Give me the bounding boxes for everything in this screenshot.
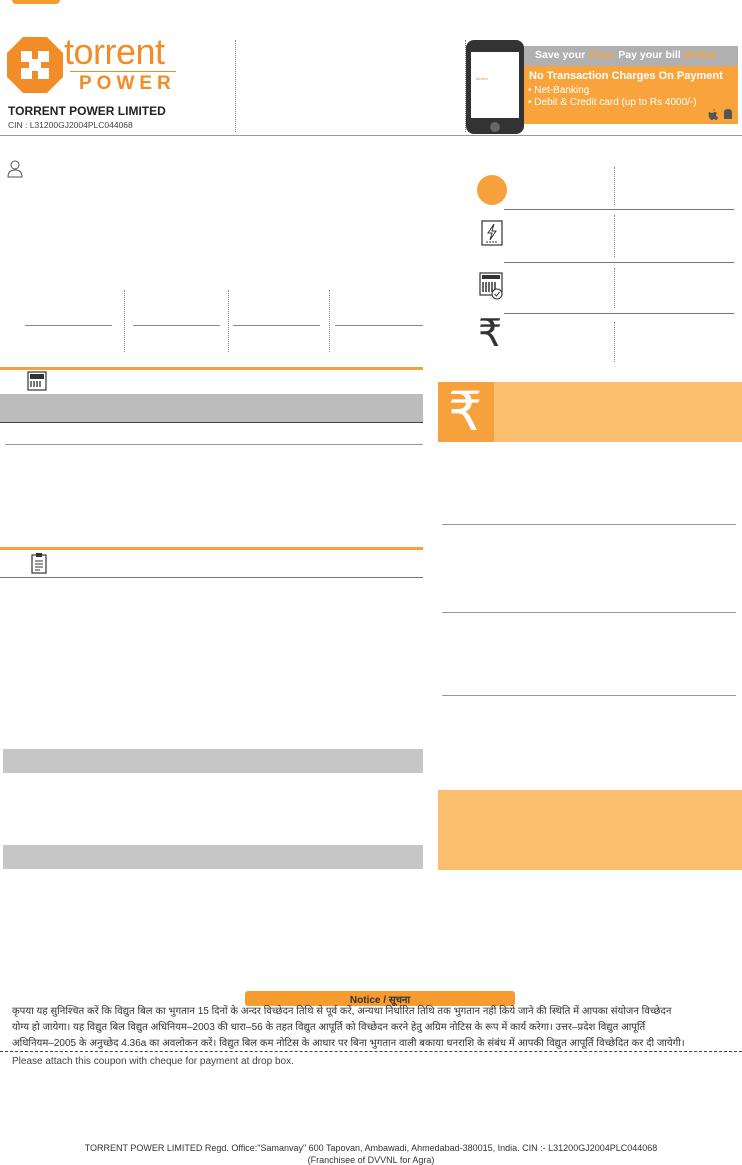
section-rule	[0, 577, 423, 578]
header-divider	[235, 40, 236, 132]
gray-band	[3, 845, 423, 869]
app-store-icons	[708, 109, 732, 120]
header-rule	[0, 135, 742, 136]
rupee-large-icon: ₹	[448, 382, 483, 442]
promo-item: • Net-Banking	[528, 85, 590, 96]
coupon-instruction: Please attach this coupon with cheque fo…	[12, 1056, 294, 1067]
table-header-band	[0, 394, 423, 422]
summary-rule	[504, 262, 734, 263]
field-underline	[133, 325, 220, 326]
field-underline	[335, 325, 423, 326]
payment-rule	[442, 524, 736, 525]
field-underline	[25, 325, 112, 326]
section-accent	[0, 547, 423, 550]
coupon-cut-line	[0, 1051, 742, 1052]
bolt-icon	[481, 220, 503, 246]
notice-title: Notice / सूचना	[349, 995, 411, 1006]
field-divider	[228, 290, 229, 352]
phone-home-button	[490, 122, 500, 132]
phone-screen-logo: torrent	[476, 76, 488, 81]
field-divider	[329, 290, 330, 352]
promo-item: • Debit & Credit card (up to Rs 4000/-)	[528, 97, 697, 108]
due-date-box	[438, 790, 742, 870]
torrent-logo-icon	[7, 37, 63, 93]
summary-divider	[614, 268, 615, 308]
table-header-rule	[0, 422, 423, 423]
rupee-icon: ₹	[478, 313, 503, 355]
field-underline	[233, 325, 320, 326]
payment-rule	[442, 612, 736, 613]
phone-screen	[471, 52, 519, 118]
gray-band	[3, 749, 423, 773]
summary-divider	[614, 167, 615, 205]
bill-icon	[27, 371, 47, 391]
clipboard-icon	[31, 553, 47, 574]
footer-address: TORRENT POWER LIMITED Regd. Office:"Sama…	[84, 1143, 658, 1153]
logo-underline	[70, 71, 176, 72]
notice-line: योग्य हो जायेगा। यह विद्युत बिल विद्युत …	[12, 1022, 646, 1033]
summary-divider	[614, 322, 615, 362]
promo-heading: No Transaction Charges On Payment	[529, 70, 723, 82]
meter-icon	[479, 272, 503, 300]
status-circle-icon	[477, 175, 507, 205]
summary-divider	[614, 215, 615, 257]
section-accent	[0, 367, 423, 370]
summary-rule	[504, 209, 734, 210]
payment-rule	[442, 695, 736, 696]
user-icon	[7, 160, 23, 178]
summary-rule	[504, 313, 734, 314]
company-cin: CIN : L31200GJ2004PLC044068	[8, 120, 133, 130]
footer-franchisee: (Franchisee of DVVNL for Agra)	[307, 1155, 435, 1165]
promo-banner-text: Save your Time, Pay your bill Online	[535, 49, 717, 61]
logo-wordmark: torrent	[64, 31, 165, 72]
company-name: TORRENT POWER LIMITED	[8, 104, 166, 118]
notice-line: कृपया यह सुनिश्चित करें कि विद्युत बिल क…	[12, 1006, 672, 1017]
table-rule	[5, 444, 423, 445]
field-divider	[124, 290, 125, 352]
logo-subtitle: POWER	[79, 73, 176, 94]
notice-line: अधिनियम–2005 के अनुच्छेद 4.36a का अवलोकन…	[12, 1038, 685, 1049]
top-accent-strip	[12, 0, 60, 4]
